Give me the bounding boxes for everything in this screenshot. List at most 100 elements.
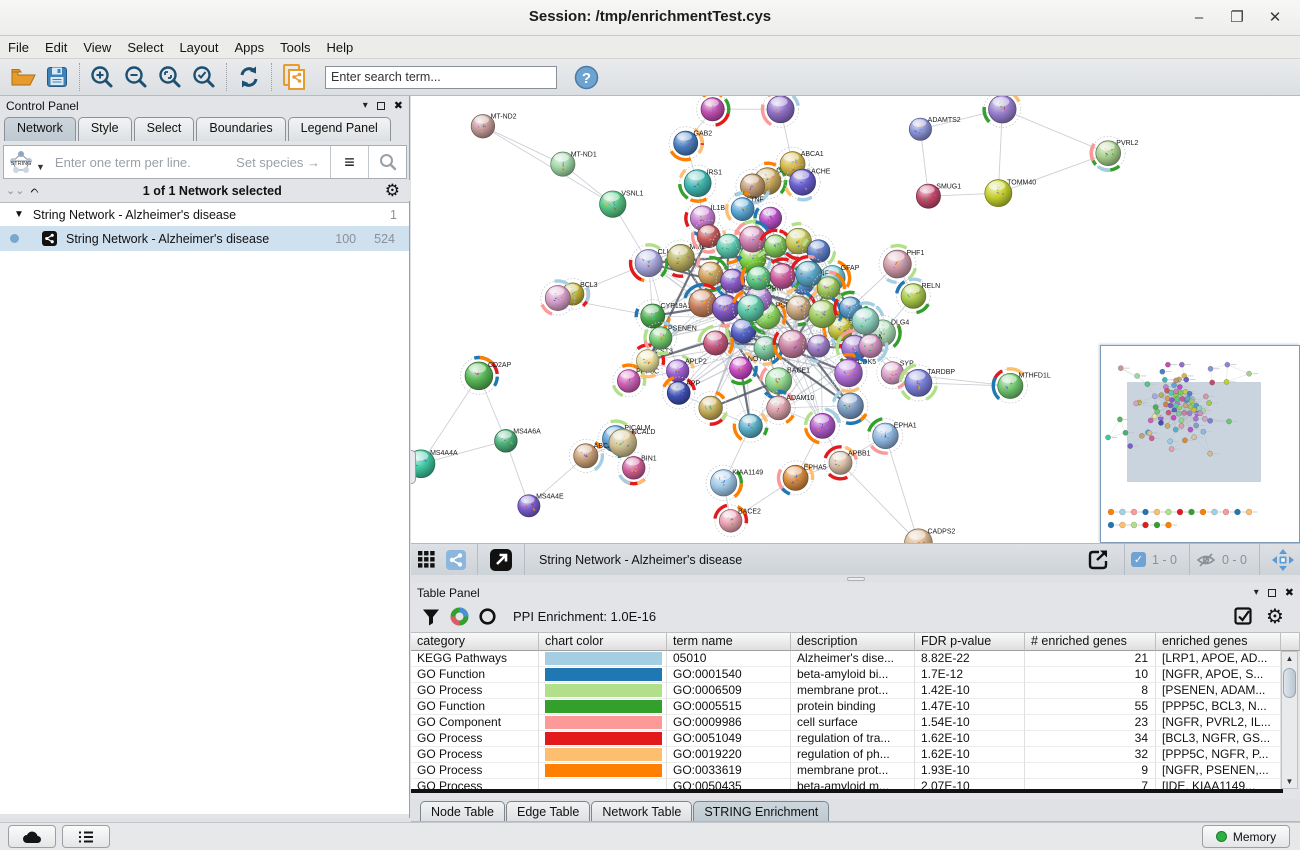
network-node[interactable] — [734, 410, 767, 443]
menu-item-select[interactable]: Select — [119, 40, 171, 55]
menu-item-apps[interactable]: Apps — [227, 40, 273, 55]
menu-item-edit[interactable]: Edit — [37, 40, 75, 55]
select-rows-button[interactable] — [1228, 602, 1258, 632]
menu-item-help[interactable]: Help — [319, 40, 362, 55]
cell-term-name[interactable]: GO:0050435 — [667, 779, 791, 789]
column-header-chart-color[interactable]: chart color — [539, 632, 667, 651]
cell-enriched-genes[interactable]: [NGFR, APOE, S... — [1156, 667, 1281, 683]
selected-nodes-checkbox-icon[interactable]: ✓ — [1131, 552, 1146, 567]
close-button[interactable]: ✕ — [1260, 7, 1290, 29]
cloud-tasks-button[interactable] — [8, 825, 56, 848]
memory-button[interactable]: Memory — [1202, 825, 1290, 848]
menu-item-file[interactable]: File — [0, 40, 37, 55]
network-node-mt-nd2[interactable]: MT-ND2 — [471, 114, 517, 138]
enrichment-row[interactable]: GO ComponentGO:0009986cell surface1.54E-… — [411, 715, 1281, 731]
minimize-button[interactable]: – — [1184, 7, 1214, 29]
cell-description[interactable]: protein binding — [791, 699, 915, 715]
column-header-fdr-p-value[interactable]: FDR p-value — [915, 632, 1025, 651]
cell-category[interactable]: GO Process — [411, 779, 539, 789]
scroll-down-icon[interactable]: ▼ — [1283, 777, 1296, 786]
cell-enriched-genes[interactable]: [PSENEN, ADAM... — [1156, 683, 1281, 699]
menu-item-layout[interactable]: Layout — [171, 40, 226, 55]
clear-chart-button[interactable] — [473, 602, 501, 632]
splitter-grip[interactable] — [847, 577, 865, 581]
tree-expand-caret-icon[interactable]: ▼ — [14, 209, 24, 220]
cell-term-name[interactable]: GO:0051049 — [667, 731, 791, 747]
scroll-up-icon[interactable]: ▲ — [1283, 654, 1296, 663]
zoom-in-button[interactable] — [85, 62, 119, 92]
hidden-eye-icon[interactable] — [1196, 552, 1216, 568]
string-search-button[interactable] — [369, 146, 406, 178]
string-dropdown-caret-icon[interactable]: ▼ — [36, 162, 45, 172]
network-node-epha5[interactable]: EPHA5 — [779, 461, 827, 495]
network-node-ms4a4e[interactable]: MS4A4E — [518, 494, 564, 517]
chart-button[interactable] — [445, 602, 473, 632]
cell-fdr-p-value[interactable]: 2.07E-10 — [915, 779, 1025, 789]
column-header-category[interactable]: category — [411, 632, 539, 651]
string-query-input[interactable] — [47, 155, 236, 170]
network-node-apbb1[interactable]: APBB1 — [824, 447, 870, 479]
cell-enriched-gene-count[interactable]: 34 — [1025, 731, 1156, 747]
horizontal-splitter[interactable] — [411, 575, 1300, 583]
cell-category[interactable]: GO Process — [411, 731, 539, 747]
network-node-ncald[interactable]: NCALD — [609, 429, 656, 457]
cell-category[interactable]: GO Function — [411, 667, 539, 683]
tab-edge-table[interactable]: Edge Table — [506, 801, 590, 821]
tab-boundaries[interactable]: Boundaries — [196, 117, 285, 141]
cell-enriched-genes[interactable]: [PPP5C, BCL3, N... — [1156, 699, 1281, 715]
cell-description[interactable]: membrane prot... — [791, 683, 915, 699]
panel-close-icon[interactable]: ✖ — [1285, 586, 1294, 599]
enrichment-row[interactable]: GO ProcessGO:0006509membrane prot...1.42… — [411, 683, 1281, 699]
panel-minimize-icon[interactable]: ▾ — [363, 100, 368, 111]
panel-close-icon[interactable]: ✖ — [394, 99, 403, 112]
enrichment-row[interactable]: GO Process GO:0051049regulation of tra...… — [411, 731, 1281, 747]
cell-fdr-p-value[interactable]: 8.82E-22 — [915, 651, 1025, 667]
string-options-button[interactable]: ≡ — [331, 146, 368, 178]
cell-category[interactable]: KEGG Pathways — [411, 651, 539, 667]
network-node[interactable] — [762, 96, 798, 127]
cell-term-name[interactable]: GO:0019220 — [667, 747, 791, 763]
network-node-tomm40[interactable]: TOMM40 — [985, 179, 1036, 206]
cell-term-name[interactable]: GO:0005515 — [667, 699, 791, 715]
cell-description[interactable]: beta-amyloid bi... — [791, 667, 915, 683]
cell-enriched-genes[interactable]: [NGFR, PSENEN,... — [1156, 763, 1281, 779]
cell-chart-color[interactable] — [539, 651, 667, 667]
cell-term-name[interactable]: GO:0033619 — [667, 763, 791, 779]
cell-chart-color[interactable] — [539, 667, 667, 683]
cell-category[interactable]: GO Process — [411, 763, 539, 779]
cell-chart-color[interactable] — [539, 715, 667, 731]
cell-category[interactable]: GO Function — [411, 699, 539, 715]
cell-chart-color[interactable] — [539, 763, 667, 779]
network-node-adamts2[interactable]: ADAMTS2 — [909, 117, 961, 140]
save-session-button[interactable] — [40, 62, 74, 92]
cell-enriched-gene-count[interactable]: 7 — [1025, 779, 1156, 789]
cell-fdr-p-value[interactable]: 1.54E-10 — [915, 715, 1025, 731]
panel-splitter-handle[interactable] — [411, 450, 416, 484]
cell-description[interactable]: cell surface — [791, 715, 915, 731]
tab-style[interactable]: Style — [78, 117, 132, 141]
cell-enriched-gene-count[interactable]: 9 — [1025, 763, 1156, 779]
cell-chart-color[interactable] — [539, 747, 667, 763]
cell-enriched-gene-count[interactable]: 8 — [1025, 683, 1156, 699]
cell-term-name[interactable]: 05010 — [667, 651, 791, 667]
cell-category[interactable]: GO Process — [411, 683, 539, 699]
enrichment-row[interactable]: GO ProcessGO:0019220regulation of ph...1… — [411, 747, 1281, 763]
cell-fdr-p-value[interactable]: 1.93E-10 — [915, 763, 1025, 779]
grid-view-button[interactable] — [411, 545, 441, 575]
cell-chart-color[interactable] — [539, 779, 667, 789]
cell-fdr-p-value[interactable]: 1.47E-10 — [915, 699, 1025, 715]
cell-enriched-genes[interactable]: [PPP5C, NGFR, P... — [1156, 747, 1281, 763]
cell-fdr-p-value[interactable]: 1.42E-10 — [915, 683, 1025, 699]
network-node-pvrl2[interactable]: PVRL2 — [1091, 136, 1138, 170]
cell-category[interactable]: GO Component — [411, 715, 539, 731]
network-node[interactable] — [697, 96, 729, 125]
cell-enriched-genes[interactable]: [BCL3, NGFR, GS... — [1156, 731, 1281, 747]
column-header--enriched-genes[interactable]: # enriched genes — [1025, 632, 1156, 651]
cell-description[interactable]: regulation of tra... — [791, 731, 915, 747]
network-node-irs1[interactable]: IRS1 — [680, 165, 722, 201]
network-node-tardbp[interactable]: TARDBP — [900, 365, 955, 401]
network-row-selected[interactable]: String Network - Alzheimer's disease 100… — [0, 226, 409, 251]
cell-description[interactable]: regulation of ph... — [791, 747, 915, 763]
birds-eye-view[interactable] — [1100, 345, 1300, 543]
panel-float-icon[interactable] — [1268, 589, 1276, 597]
